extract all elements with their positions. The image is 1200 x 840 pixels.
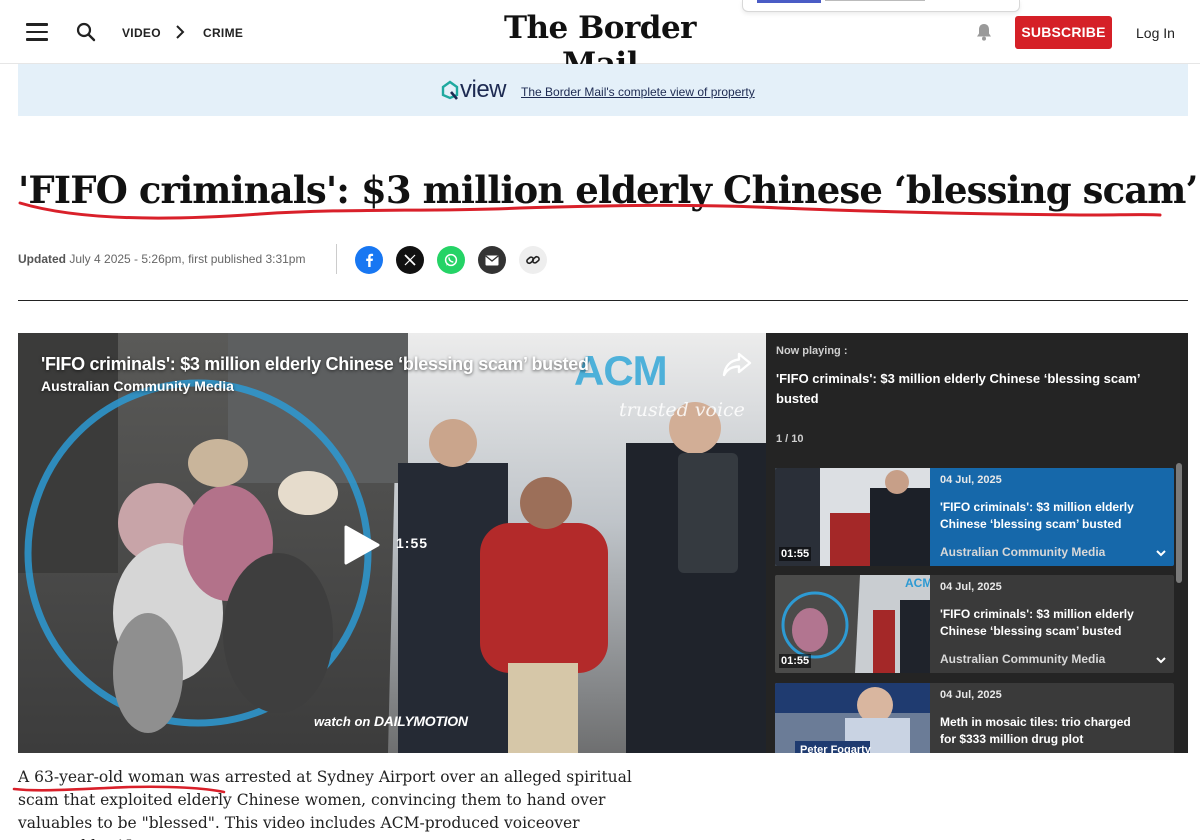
- now-playing-title: 'FIFO criminals': $3 million elderly Chi…: [776, 371, 1140, 406]
- video-title[interactable]: 'FIFO criminals': $3 million elderly Chi…: [41, 354, 589, 375]
- watch-on-dailymotion-link[interactable]: watch on DAILYMOTION: [314, 713, 468, 729]
- view-q-logo-icon: [441, 80, 459, 100]
- breadcrumb-crime[interactable]: CRIME: [203, 26, 243, 40]
- video-channel[interactable]: Australian Community Media: [41, 378, 234, 394]
- thumb-caption: Peter Fogarty: [800, 744, 872, 753]
- breadcrumb-video[interactable]: VIDEO: [122, 26, 161, 40]
- view-logo: view: [441, 76, 507, 103]
- playlist-item[interactable]: 01:55 04 Jul, 2025 'FIFO criminals': $3 …: [775, 468, 1174, 566]
- chevron-right-icon: [176, 25, 185, 39]
- login-link[interactable]: Log In: [1136, 25, 1175, 41]
- acm-tagline: trusted voice: [619, 399, 745, 421]
- email-icon: [485, 254, 499, 265]
- svg-text:ACM: ACM: [905, 576, 930, 590]
- play-icon[interactable]: [344, 525, 380, 565]
- playlist-count: 1 / 10: [776, 433, 804, 445]
- video-playlist: Now playing : 'FIFO criminals': $3 milli…: [766, 333, 1188, 753]
- updated-label: Updated: [18, 252, 66, 266]
- playlist-item-duration: 01:55: [779, 654, 812, 668]
- playlist-thumbnail: Peter Fogarty: [775, 683, 930, 753]
- x-icon: [404, 254, 416, 266]
- share-whatsapp-button[interactable]: [437, 246, 465, 274]
- search-icon[interactable]: [76, 22, 96, 42]
- share-x-button[interactable]: [396, 246, 424, 274]
- playlist-item-date: 04 Jul, 2025: [940, 581, 1002, 593]
- site-header: VIDEO CRIME The Border Mail SUBSCRIBE Lo…: [0, 0, 1200, 82]
- article-body: A 63-year-old woman was arrested at Sydn…: [18, 768, 632, 840]
- chevron-down-icon[interactable]: [1155, 655, 1167, 665]
- share-arrow-icon[interactable]: [722, 351, 752, 379]
- now-playing-label: Now playing :: [776, 345, 848, 357]
- share-email-button[interactable]: [478, 246, 506, 274]
- view-logo-text: view: [460, 76, 507, 103]
- playlist-item-title: 'FIFO criminals': $3 million elderly Chi…: [940, 607, 1134, 638]
- notification-bell-icon[interactable]: [974, 22, 994, 42]
- promo-banner[interactable]: view The Border Mail's complete view of …: [18, 64, 1188, 116]
- playlist-item-date: 04 Jul, 2025: [940, 474, 1002, 486]
- copy-link-button[interactable]: [519, 246, 547, 274]
- playlist-item-channel: Australian Community Media: [940, 545, 1106, 559]
- playlist-item-title: 'FIFO criminals': $3 million elderly Chi…: [940, 500, 1134, 531]
- dailymotion-logo: DAILYMOTION: [373, 713, 468, 729]
- menu-icon[interactable]: [26, 23, 48, 41]
- share-facebook-button[interactable]: [355, 246, 383, 274]
- link-icon: [526, 255, 540, 265]
- playlist-item-duration: 01:55: [779, 547, 812, 561]
- overlay-tab-strip: [742, 0, 1020, 12]
- chevron-down-icon[interactable]: [1155, 548, 1167, 558]
- video-player[interactable]: ACM trusted voice 'FIFO criminals': $3 m…: [18, 333, 766, 753]
- watch-on-label: watch on: [314, 714, 371, 729]
- whatsapp-icon: [444, 253, 458, 267]
- subscribe-button[interactable]: SUBSCRIBE: [1015, 16, 1112, 49]
- playlist-scrollbar[interactable]: [1176, 463, 1182, 583]
- article-timestamp: Updated July 4 2025 - 5:26pm, first publ…: [18, 252, 305, 266]
- video-thumbnail: [18, 333, 766, 753]
- video-duration: 1:55: [396, 535, 429, 551]
- section-divider: [18, 300, 1188, 301]
- facebook-icon: [366, 253, 374, 267]
- playlist-item[interactable]: Peter Fogarty 04 Jul, 2025 Meth in mosai…: [775, 683, 1174, 753]
- article-headline: 'FIFO criminals': $3 million elderly Chi…: [18, 168, 1200, 212]
- playlist-item[interactable]: ACM 01:55 04 Jul, 2025 'FIFO criminals':…: [775, 575, 1174, 673]
- meta-divider: [336, 244, 337, 274]
- playlist-item-date: 04 Jul, 2025: [940, 689, 1002, 701]
- playlist-item-channel: Australian Community Media: [940, 652, 1106, 666]
- updated-text: July 4 2025 - 5:26pm, first published 3:…: [69, 252, 306, 266]
- banner-link[interactable]: The Border Mail's complete view of prope…: [521, 85, 755, 99]
- playlist-item-title: Meth in mosaic tiles: trio charged for $…: [940, 715, 1131, 746]
